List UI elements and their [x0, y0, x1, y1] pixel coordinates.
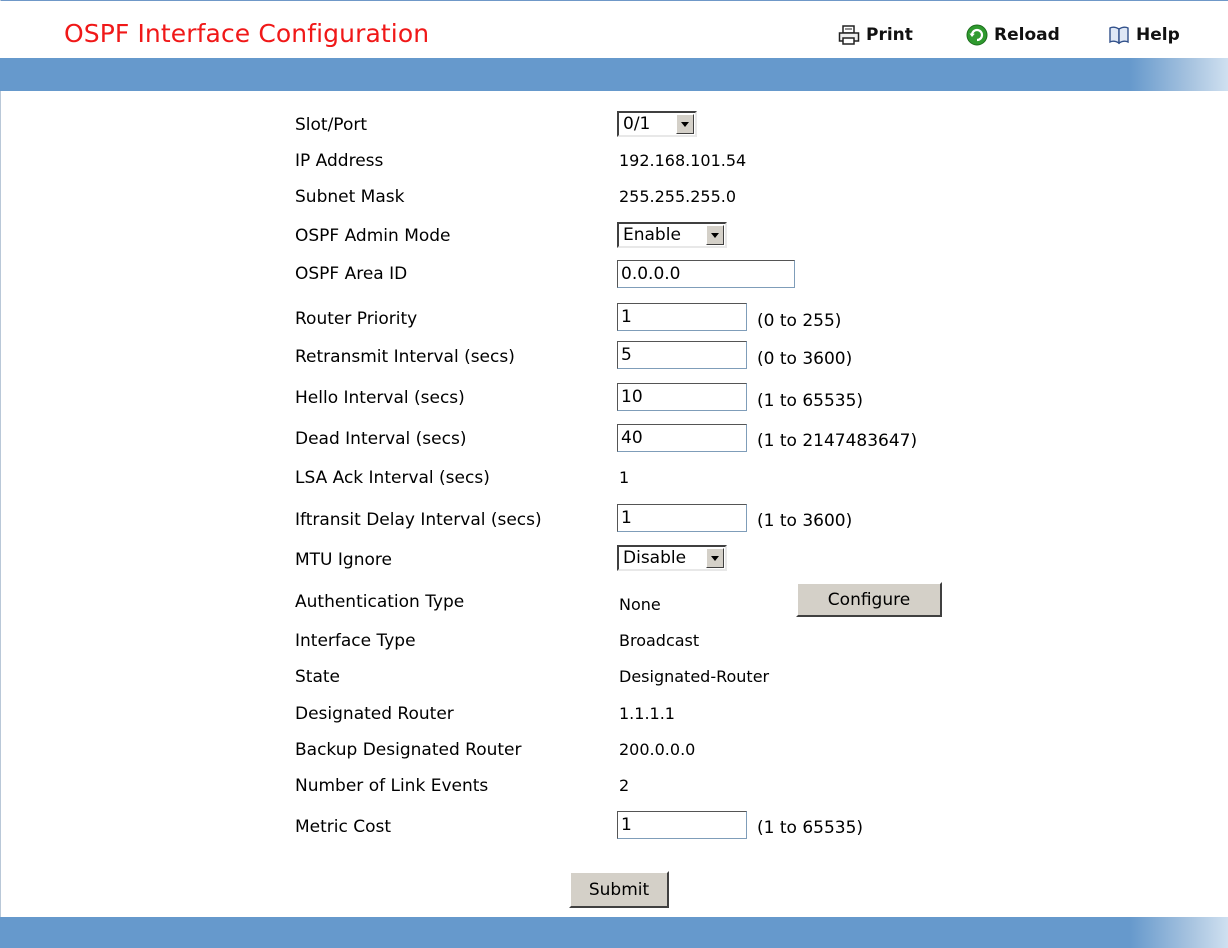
- auth-type-value: None: [619, 595, 661, 614]
- designated-router-label: Designated Router: [295, 704, 454, 724]
- hello-interval-range: (1 to 65535): [757, 391, 864, 411]
- dead-interval-range: (1 to 2147483647): [757, 431, 918, 451]
- help-button[interactable]: Help: [1108, 23, 1180, 47]
- subnet-mask-label: Subnet Mask: [295, 187, 405, 207]
- iftransit-delay-input[interactable]: [617, 504, 747, 532]
- frame-left-border: [0, 0, 1, 948]
- mtu-ignore-label: MTU Ignore: [295, 550, 392, 570]
- dead-interval-label: Dead Interval (secs): [295, 429, 467, 449]
- slot-port-value: 0/1: [623, 114, 651, 134]
- iftransit-delay-range: (1 to 3600): [757, 511, 853, 531]
- hello-interval-input[interactable]: [617, 383, 747, 411]
- metric-cost-input[interactable]: [617, 811, 747, 839]
- configure-button[interactable]: Configure: [796, 582, 942, 617]
- interface-type-label: Interface Type: [295, 631, 416, 651]
- link-events-value: 2: [619, 776, 630, 795]
- area-id-input[interactable]: [617, 260, 795, 288]
- help-label: Help: [1136, 25, 1180, 45]
- slot-port-select[interactable]: 0/1: [617, 111, 697, 137]
- lsa-ack-interval-label: LSA Ack Interval (secs): [295, 468, 490, 488]
- chevron-down-icon[interactable]: [676, 114, 694, 134]
- router-priority-label: Router Priority: [295, 309, 418, 329]
- designated-router-value: 1.1.1.1: [619, 704, 675, 723]
- reload-button[interactable]: Reload: [966, 23, 1060, 47]
- ip-address-label: IP Address: [295, 151, 384, 171]
- router-priority-input[interactable]: [617, 303, 747, 331]
- retransmit-interval-range: (0 to 3600): [757, 349, 853, 369]
- lsa-ack-interval-value: 1: [619, 468, 630, 487]
- admin-mode-label: OSPF Admin Mode: [295, 226, 451, 246]
- area-id-label: OSPF Area ID: [295, 264, 408, 284]
- submit-button[interactable]: Submit: [569, 871, 669, 908]
- footer-bar: [0, 917, 1228, 948]
- chevron-down-icon[interactable]: [706, 548, 724, 568]
- print-button[interactable]: Print: [838, 23, 913, 47]
- mtu-ignore-value: Disable: [623, 548, 687, 568]
- backup-designated-router-value: 200.0.0.0: [619, 740, 696, 759]
- ip-address-value: 192.168.101.54: [619, 151, 747, 170]
- state-label: State: [295, 667, 340, 687]
- book-icon: [1108, 25, 1130, 45]
- hello-interval-label: Hello Interval (secs): [295, 388, 465, 408]
- retransmit-interval-label: Retransmit Interval (secs): [295, 347, 515, 367]
- metric-cost-label: Metric Cost: [295, 817, 392, 837]
- router-priority-range: (0 to 255): [757, 311, 842, 331]
- page-header: OSPF Interface Configuration Print Reloa…: [0, 1, 1228, 58]
- metric-cost-range: (1 to 65535): [757, 818, 864, 838]
- print-label: Print: [866, 25, 913, 45]
- subnet-mask-value: 255.255.255.0: [619, 187, 737, 206]
- header-bar: [0, 58, 1228, 91]
- admin-mode-select[interactable]: Enable: [617, 222, 727, 248]
- dead-interval-input[interactable]: [617, 424, 747, 452]
- mtu-ignore-select[interactable]: Disable: [617, 545, 727, 571]
- retransmit-interval-input[interactable]: [617, 341, 747, 369]
- state-value: Designated-Router: [619, 667, 770, 686]
- link-events-label: Number of Link Events: [295, 776, 489, 796]
- reload-icon: [966, 24, 988, 46]
- interface-type-value: Broadcast: [619, 631, 700, 650]
- iftransit-delay-label: Iftransit Delay Interval (secs): [295, 510, 542, 530]
- chevron-down-icon[interactable]: [706, 225, 724, 245]
- reload-label: Reload: [994, 25, 1060, 45]
- backup-designated-router-label: Backup Designated Router: [295, 740, 522, 760]
- printer-icon: [838, 25, 860, 45]
- slot-port-label: Slot/Port: [295, 115, 368, 135]
- page-title: OSPF Interface Configuration: [64, 19, 430, 48]
- auth-type-label: Authentication Type: [295, 592, 465, 612]
- admin-mode-value: Enable: [623, 225, 681, 245]
